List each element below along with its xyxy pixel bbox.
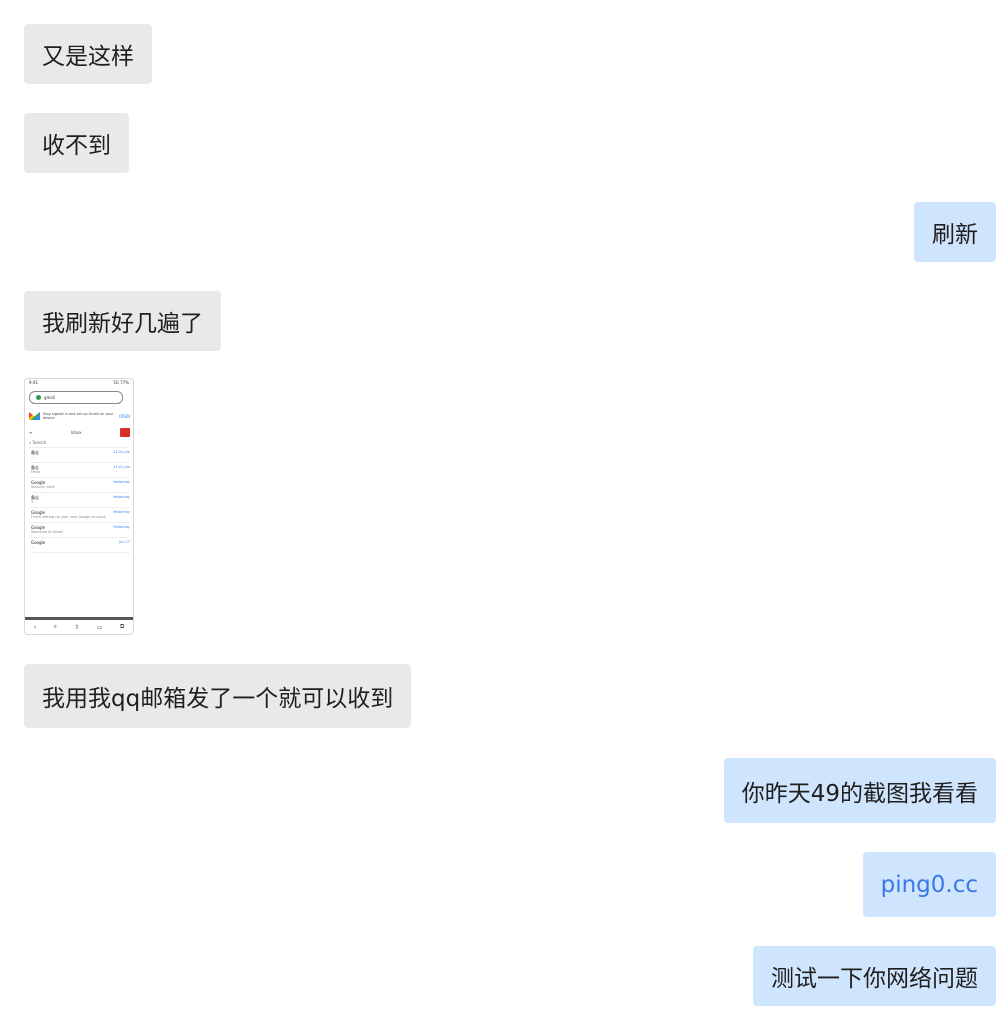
message-text: 测试一下你网络问题	[771, 966, 978, 992]
thumb-subject: 1	[31, 500, 34, 504]
share-icon: ⇧	[74, 623, 80, 631]
thumb-search: ⌕ Search	[29, 440, 129, 448]
thumb-banner-action: OPEN	[118, 413, 130, 419]
message-text: 又是这样	[42, 44, 134, 70]
message-text: 刷新	[932, 222, 978, 248]
message-text: 我刷新好几遍了	[42, 311, 203, 337]
gmail-logo-icon	[29, 412, 40, 420]
message-incoming[interactable]: 又是这样	[24, 24, 152, 84]
message-text: 收不到	[42, 133, 111, 159]
thumb-gmail-banner: Stay signed in and set up Gmail on your …	[29, 409, 130, 423]
menu-icon: ≡	[29, 429, 33, 435]
thumb-divider	[25, 617, 133, 620]
thumb-time-label: Yesterday	[113, 495, 130, 499]
thumb-mail-row: 备忘... 11:24 pm	[31, 448, 130, 463]
search-icon: ⌕	[53, 623, 57, 630]
message-outgoing[interactable]: ping0.cc	[862, 852, 996, 917]
message-outgoing[interactable]: 测试一下你网络问题	[753, 946, 996, 1006]
thumb-time-label: Yesterday	[113, 510, 130, 514]
thumb-mail-row: 备忘 Hello 11:22 pm	[31, 463, 130, 478]
thumb-time-label: Yesterday	[113, 525, 130, 529]
thumb-mail-row: Google... Jun 27	[31, 538, 130, 553]
message-text: 你昨天49的截图我看看	[741, 780, 978, 807]
thumb-signal: 5G 77%	[113, 380, 129, 385]
thumb-url-bar: gmail	[29, 391, 123, 404]
message-link[interactable]: ping0.cc	[881, 872, 978, 898]
thumb-mail-row: Google Welcome to Gmail Yesterday	[31, 523, 130, 538]
thumb-subject: Welcome to Gmail	[31, 530, 63, 534]
thumb-time-label: 11:24 pm	[113, 450, 130, 454]
compose-icon	[120, 427, 130, 437]
thumb-search-label: Search	[32, 440, 47, 445]
back-icon: ‹	[33, 623, 37, 631]
thumb-banner-text: Stay signed in and set up Gmail on your …	[43, 412, 114, 420]
thumb-subject: ...	[31, 455, 35, 459]
thumb-mail-row: Google Finish setting up your new Google …	[31, 508, 130, 523]
tabs-icon: ⧉	[119, 623, 125, 630]
chat-transcript: 又是这样 收不到 刷新 我刷新好几遍了 9:41 5G 77% gmail St…	[0, 0, 1004, 1024]
message-text: 我用我qq邮箱发了一个就可以收到	[42, 686, 394, 712]
message-outgoing[interactable]: 刷新	[914, 202, 996, 262]
message-incoming[interactable]: 我用我qq邮箱发了一个就可以收到	[24, 664, 412, 728]
search-icon: ⌕	[29, 440, 32, 445]
thumb-time-label: Jun 27	[118, 540, 130, 544]
thumb-subject: Finish setting up your new Google Accoun…	[31, 515, 106, 519]
thumb-time-label: Yesterday	[113, 480, 130, 484]
thumb-mail-row: 备忘 1 Yesterday	[31, 493, 130, 508]
thumb-subject: ...	[31, 545, 35, 549]
thumb-nav-bar: ‹ ⌕ ⇧ ▭ ⧉	[25, 622, 133, 632]
thumb-subject: Hello	[31, 470, 40, 474]
book-icon: ▭	[96, 623, 103, 631]
message-incoming[interactable]: 收不到	[24, 113, 129, 173]
thumb-toolbar: ≡ Inbox	[29, 427, 130, 437]
message-outgoing[interactable]: 你昨天49的截图我看看	[723, 758, 996, 823]
thumb-time: 9:41	[29, 380, 38, 385]
thumb-status-bar: 9:41 5G 77%	[25, 379, 133, 389]
message-incoming[interactable]: 我刷新好几遍了	[24, 291, 221, 351]
shield-icon	[36, 395, 41, 400]
thumb-time-label: 11:22 pm	[113, 465, 130, 469]
thumb-subject: Security alert	[31, 485, 55, 489]
thumb-url-text: gmail	[44, 395, 56, 400]
thumb-inbox-label: Inbox	[70, 429, 82, 435]
message-image-thumbnail[interactable]: 9:41 5G 77% gmail Stay signed in and set…	[24, 378, 134, 635]
thumb-mail-row: Google Security alert Yesterday	[31, 478, 130, 493]
